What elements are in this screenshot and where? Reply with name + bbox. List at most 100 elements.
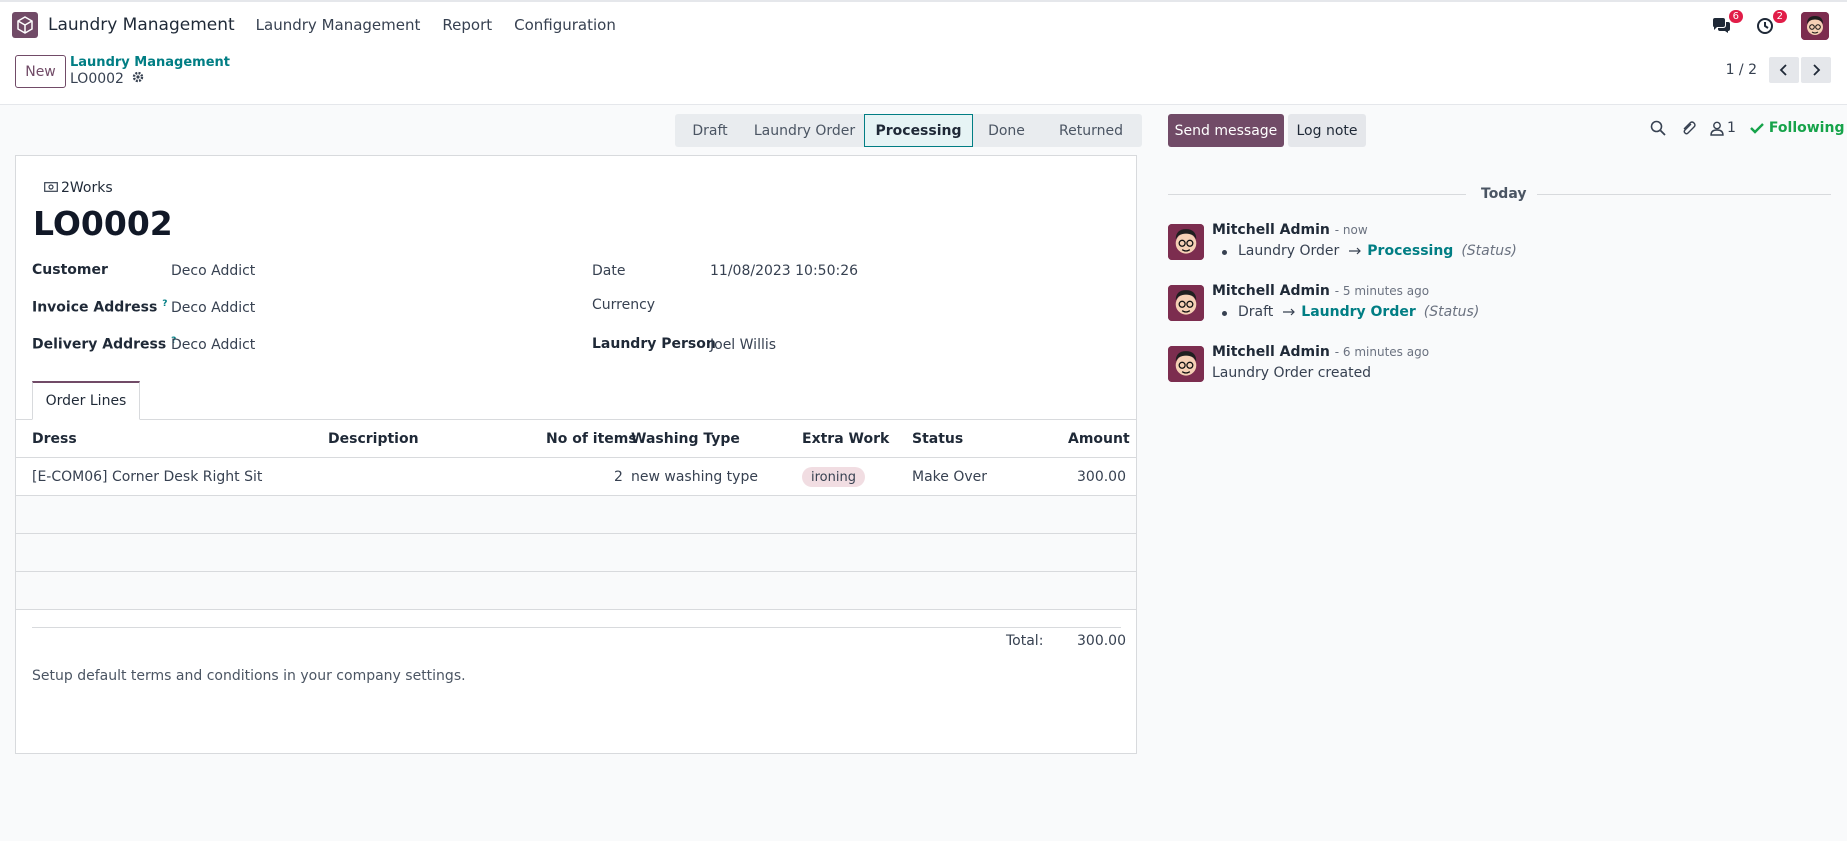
chevron-left-icon <box>1779 64 1787 76</box>
order-lines-header: Dress Description No of items Washing Ty… <box>16 420 1136 458</box>
money-icon <box>44 180 58 196</box>
empty-row[interactable] <box>16 572 1136 610</box>
message-body: Laundry Order created <box>1212 365 1372 381</box>
tracked-field: (Status) <box>1423 304 1480 320</box>
date-field[interactable]: 11/08/2023 10:50:26 <box>710 263 858 279</box>
message-time: - 5 minutes ago <box>1334 284 1430 298</box>
tracking-value: Draft Laundry Order (Status) <box>1222 304 1480 320</box>
total-value: 300.00 <box>1077 633 1126 649</box>
stage-done[interactable]: Done <box>973 114 1040 147</box>
menu-report[interactable]: Report <box>442 16 492 34</box>
invoice-address-label: Invoice Address ? <box>32 299 168 316</box>
pager-previous-button[interactable] <box>1769 57 1799 83</box>
pager: 1 / 2 <box>1726 57 1847 83</box>
empty-row[interactable] <box>16 496 1136 534</box>
delivery-address-label: Delivery Address ? <box>32 336 177 353</box>
messages-button[interactable]: 6 <box>1709 10 1743 38</box>
total-label: Total: <box>1006 633 1044 649</box>
today-separator: Today <box>1481 186 1527 202</box>
laundry-person-label: Laundry Person <box>592 336 716 352</box>
chevron-right-icon <box>1813 64 1821 76</box>
column-description[interactable]: Description <box>328 431 419 447</box>
company-field: 2Works <box>44 180 113 196</box>
following-label: Following <box>1768 120 1845 136</box>
breadcrumb-parent[interactable]: Laundry Management <box>70 55 230 70</box>
app-name[interactable]: Laundry Management <box>48 15 235 35</box>
followers-count: 1 <box>1727 120 1736 136</box>
help-tooltip-icon[interactable]: ? <box>162 299 167 309</box>
check-icon <box>1750 123 1764 134</box>
currency-label: Currency <box>592 297 656 313</box>
stage-laundry-order[interactable]: Laundry Order <box>745 114 864 147</box>
today-divider-right <box>1537 194 1831 195</box>
new-value: Laundry Order <box>1301 304 1416 320</box>
log-note-button[interactable]: Log note <box>1288 114 1366 147</box>
author-avatar[interactable] <box>1168 346 1204 382</box>
laundry-person-field[interactable]: Joel Willis <box>710 337 776 353</box>
delivery-address-field[interactable]: Deco Addict <box>171 337 255 353</box>
record-title: LO0002 <box>33 204 173 243</box>
column-extra-work[interactable]: Extra Work <box>802 431 889 447</box>
column-status[interactable]: Status <box>912 431 963 447</box>
stage-draft[interactable]: Draft <box>675 114 745 147</box>
paperclip-icon[interactable] <box>1680 120 1696 136</box>
message-time: - 6 minutes ago <box>1334 345 1430 359</box>
search-icon[interactable] <box>1650 120 1666 136</box>
top-navbar: Laundry Management Laundry Management Re… <box>0 0 1847 48</box>
message-author[interactable]: Mitchell Admin - now <box>1212 222 1368 238</box>
cell-amount: 300.00 <box>1077 469 1126 485</box>
message-author[interactable]: Mitchell Admin - 5 minutes ago <box>1212 283 1429 299</box>
total-divider <box>32 627 1121 628</box>
chatter-toolbar: 1 Following <box>1650 120 1844 136</box>
pager-next-button[interactable] <box>1801 57 1831 83</box>
following-button[interactable]: Following <box>1750 120 1845 136</box>
gear-icon[interactable] <box>132 71 144 87</box>
tracking-value: Laundry Order Processing (Status) <box>1222 243 1517 259</box>
breadcrumb-current-label: LO0002 <box>70 71 124 87</box>
column-no-of-items[interactable]: No of items <box>546 431 637 447</box>
cell-washing-type: new washing type <box>631 469 758 485</box>
column-dress[interactable]: Dress <box>32 431 77 447</box>
old-value: Draft <box>1238 304 1274 320</box>
cell-no-of-items: 2 <box>614 469 623 485</box>
clock-icon <box>1757 18 1773 34</box>
author-avatar[interactable] <box>1168 224 1204 260</box>
tab-order-lines[interactable]: Order Lines <box>32 381 140 420</box>
followers-button[interactable]: 1 <box>1710 120 1736 136</box>
message-time: - now <box>1334 223 1368 237</box>
column-washing-type[interactable]: Washing Type <box>631 431 740 447</box>
breadcrumb-current: LO0002 <box>70 71 144 87</box>
user-avatar[interactable] <box>1801 12 1829 40</box>
pager-value[interactable]: 1 / 2 <box>1726 62 1757 78</box>
empty-row[interactable] <box>16 534 1136 572</box>
customer-field[interactable]: Deco Addict <box>171 263 255 279</box>
extra-work-tag: ironing <box>802 467 865 487</box>
terms-note: Setup default terms and conditions in yo… <box>32 668 466 684</box>
stage-processing[interactable]: Processing <box>864 114 973 147</box>
menu-configuration[interactable]: Configuration <box>514 16 616 34</box>
messages-badge: 6 <box>1728 10 1743 23</box>
status-bar: Draft Laundry Order Processing Done Retu… <box>675 114 1142 147</box>
user-icon <box>1710 121 1724 136</box>
app-box-icon[interactable] <box>12 12 38 38</box>
activities-button[interactable]: 2 <box>1753 10 1787 38</box>
message-author[interactable]: Mitchell Admin - 6 minutes ago <box>1212 344 1429 360</box>
tracked-field: (Status) <box>1461 243 1517 259</box>
control-panel: New Laundry Management LO0002 1 / 2 <box>0 48 1847 105</box>
new-value: Processing <box>1367 243 1454 259</box>
form-sheet: 2Works LO0002 Customer Deco Addict Invoi… <box>15 155 1137 754</box>
customer-label: Customer <box>32 262 108 278</box>
cell-status: Make Over <box>912 469 988 485</box>
new-button[interactable]: New <box>15 55 66 88</box>
activities-badge: 2 <box>1772 10 1787 23</box>
cell-dress: [E-COM06] Corner Desk Right Sit <box>32 469 263 485</box>
author-avatar[interactable] <box>1168 285 1204 321</box>
date-label: Date <box>592 263 626 279</box>
stage-returned[interactable]: Returned <box>1040 114 1142 147</box>
invoice-address-field[interactable]: Deco Addict <box>171 300 255 316</box>
send-message-button[interactable]: Send message <box>1168 114 1284 147</box>
menu-laundry-management[interactable]: Laundry Management <box>256 16 421 34</box>
table-row[interactable]: [E-COM06] Corner Desk Right Sit 2 new wa… <box>16 458 1136 496</box>
column-amount[interactable]: Amount <box>1068 431 1130 447</box>
old-value: Laundry Order <box>1238 243 1340 259</box>
